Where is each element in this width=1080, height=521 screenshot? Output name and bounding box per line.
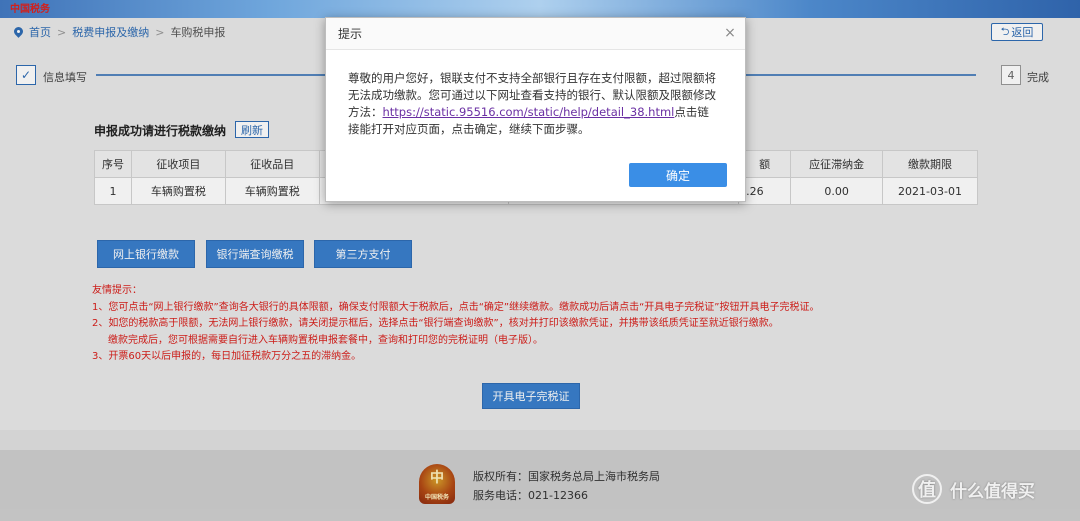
watermark-logo-icon: 值 [912,474,942,504]
top-banner: 中国税务 [0,0,1080,18]
tips-line-3: 3、开票60天以后申报的，每日加征税款万分之五的滞纳金。 [92,351,362,362]
help-link[interactable]: https://static.95516.com/static/help/det… [383,105,675,119]
tips-panel: 友情提示： 1、您可点击“网上银行缴款”查询各大银行的具体限额，确保支付限额大于… [92,283,819,366]
breadcrumb-separator: > [57,25,67,39]
tax-emblem-logo: 中 中国税务 [419,464,455,504]
section-title: 申报成功请进行税款缴纳 [94,124,227,138]
emblem-glyph: 中 [430,470,444,486]
breadcrumb-tax-filing-link[interactable]: 税费申报及缴纳 [72,24,149,40]
cell-index: 1 [94,177,132,205]
tips-line-2b: 缴款完成后，您可根据需要自行进入车辆购置税申报套餐中，查询和打印您的完税证明（电… [108,334,543,346]
dialog-header: 提示 × [326,18,745,50]
breadcrumb: 首页 > 税费申报及缴纳 > 车购税申报 [14,24,225,40]
back-button-label: 返回 [1011,26,1034,39]
step-4-number: 4 [1001,65,1021,85]
brand-logo: 中国税务 [10,4,50,15]
cell-late-fee: 0.00 [790,177,884,205]
footer-text: 版权所有：国家税务总局上海市税务局 服务电话：021-12366 [473,467,660,505]
issue-e-tax-certificate-button[interactable]: 开具电子完税证 [482,383,580,409]
footer-phone: 服务电话：021-12366 [473,489,588,502]
emblem-caption: 中国税务 [424,494,449,501]
col-header-tax-item: 征收项目 [130,150,226,178]
col-header-deadline: 缴款期限 [882,150,978,178]
watermark: 值 什么值得买 [912,474,1035,504]
col-header-tax-subitem: 征收品目 [224,150,320,178]
step-1-label: 信息填写 [43,71,87,84]
tips-line-1: 1、您可点击“网上银行缴款”查询各大银行的具体限额，确保支付限额大于税款后，点击… [92,301,820,313]
tips-title: 友情提示： [92,285,142,296]
cell-amount: 7.26 [738,177,792,205]
bank-query-pay-button[interactable]: 银行端查询缴税 [206,240,304,268]
breadcrumb-separator: > [155,25,165,39]
col-header-index: 序号 [94,150,132,178]
footer-copyright: 版权所有：国家税务总局上海市税务局 [473,470,660,483]
watermark-text: 什么值得买 [950,481,1035,502]
back-button[interactable]: ⮌ 返回 [991,23,1043,41]
col-header-late-fee: 应征滞纳金 [790,150,884,178]
return-arrow-icon: ⮌ [1000,24,1010,38]
dialog-message: 尊敬的用户您好，银联支付不支持全部银行且存在支付限额，超过限额将无法成功缴款。您… [326,50,745,138]
cell-tax-item: 车辆购置税 [130,177,226,205]
breadcrumb-current: 车购税申报 [170,26,226,39]
dialog-title: 提示 [338,27,363,41]
cell-deadline: 2021-03-01 [882,177,978,205]
tips-line-2: 2、如您的税款高于限额，无法网上银行缴款，请关闭提示框后，选择点击“银行端查询缴… [92,318,779,329]
close-icon[interactable]: × [723,26,737,40]
cell-tax-subitem: 车辆购置税 [224,177,320,205]
col-header-amount: 额 [738,150,792,178]
step-4-label: 完成 [1027,71,1049,84]
confirm-button[interactable]: 确定 [629,163,727,187]
online-bank-pay-button[interactable]: 网上银行缴款 [97,240,195,268]
refresh-button[interactable]: 刷新 [235,121,269,138]
footer-divider [0,430,1080,450]
notice-dialog: 提示 × 尊敬的用户您好，银联支付不支持全部银行且存在支付限额，超过限额将无法成… [325,17,746,202]
location-pin-icon [14,27,23,38]
breadcrumb-home-link[interactable]: 首页 [29,24,51,40]
third-party-pay-button[interactable]: 第三方支付 [314,240,412,268]
step-1-check-icon: ✓ [16,65,36,85]
